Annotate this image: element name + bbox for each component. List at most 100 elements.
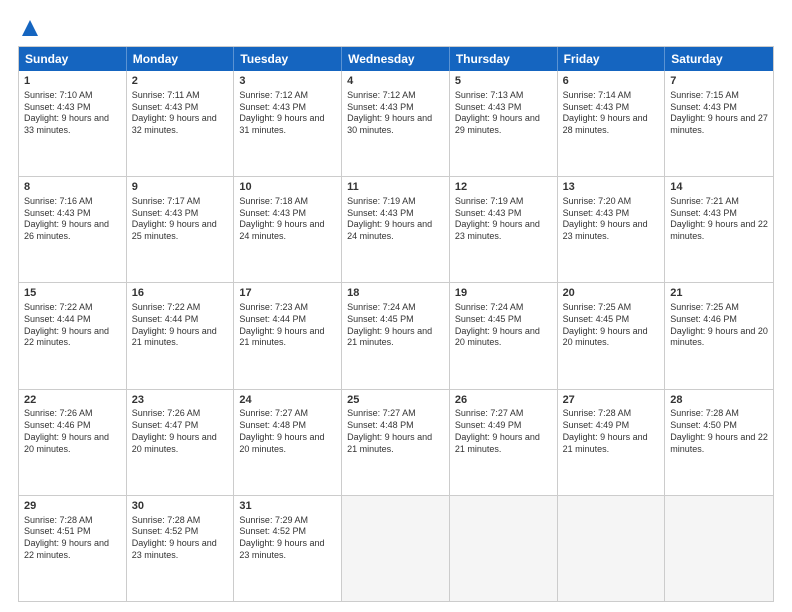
day-number: 30 — [132, 499, 229, 514]
day-number: 10 — [239, 180, 336, 195]
day-number: 26 — [455, 393, 552, 408]
cal-cell — [450, 496, 558, 601]
day-info: Sunrise: 7:25 AM Sunset: 4:46 PM Dayligh… — [670, 302, 768, 349]
cal-cell: 22Sunrise: 7:26 AM Sunset: 4:46 PM Dayli… — [19, 390, 127, 495]
day-number: 2 — [132, 74, 229, 89]
day-number: 20 — [563, 286, 660, 301]
cal-cell: 19Sunrise: 7:24 AM Sunset: 4:45 PM Dayli… — [450, 283, 558, 388]
logo — [18, 18, 40, 38]
day-number: 24 — [239, 393, 336, 408]
day-number: 1 — [24, 74, 121, 89]
cal-cell: 26Sunrise: 7:27 AM Sunset: 4:49 PM Dayli… — [450, 390, 558, 495]
cal-cell: 30Sunrise: 7:28 AM Sunset: 4:52 PM Dayli… — [127, 496, 235, 601]
day-info: Sunrise: 7:24 AM Sunset: 4:45 PM Dayligh… — [347, 302, 444, 349]
cal-cell: 10Sunrise: 7:18 AM Sunset: 4:43 PM Dayli… — [234, 177, 342, 282]
cal-cell — [558, 496, 666, 601]
day-number: 15 — [24, 286, 121, 301]
cal-cell: 29Sunrise: 7:28 AM Sunset: 4:51 PM Dayli… — [19, 496, 127, 601]
day-info: Sunrise: 7:13 AM Sunset: 4:43 PM Dayligh… — [455, 90, 552, 137]
day-info: Sunrise: 7:23 AM Sunset: 4:44 PM Dayligh… — [239, 302, 336, 349]
cal-cell: 14Sunrise: 7:21 AM Sunset: 4:43 PM Dayli… — [665, 177, 773, 282]
day-number: 3 — [239, 74, 336, 89]
day-number: 21 — [670, 286, 768, 301]
day-number: 22 — [24, 393, 121, 408]
day-info: Sunrise: 7:28 AM Sunset: 4:49 PM Dayligh… — [563, 408, 660, 455]
cal-cell: 18Sunrise: 7:24 AM Sunset: 4:45 PM Dayli… — [342, 283, 450, 388]
day-number: 5 — [455, 74, 552, 89]
header — [18, 18, 774, 38]
day-number: 18 — [347, 286, 444, 301]
cal-week-5: 29Sunrise: 7:28 AM Sunset: 4:51 PM Dayli… — [19, 495, 773, 601]
day-info: Sunrise: 7:22 AM Sunset: 4:44 PM Dayligh… — [132, 302, 229, 349]
day-info: Sunrise: 7:16 AM Sunset: 4:43 PM Dayligh… — [24, 196, 121, 243]
day-info: Sunrise: 7:26 AM Sunset: 4:47 PM Dayligh… — [132, 408, 229, 455]
calendar-body: 1Sunrise: 7:10 AM Sunset: 4:43 PM Daylig… — [19, 71, 773, 601]
day-info: Sunrise: 7:11 AM Sunset: 4:43 PM Dayligh… — [132, 90, 229, 137]
day-number: 12 — [455, 180, 552, 195]
calendar-header-row: SundayMondayTuesdayWednesdayThursdayFrid… — [19, 47, 773, 71]
day-info: Sunrise: 7:17 AM Sunset: 4:43 PM Dayligh… — [132, 196, 229, 243]
day-info: Sunrise: 7:18 AM Sunset: 4:43 PM Dayligh… — [239, 196, 336, 243]
day-number: 13 — [563, 180, 660, 195]
cal-cell: 9Sunrise: 7:17 AM Sunset: 4:43 PM Daylig… — [127, 177, 235, 282]
cal-cell: 12Sunrise: 7:19 AM Sunset: 4:43 PM Dayli… — [450, 177, 558, 282]
day-info: Sunrise: 7:29 AM Sunset: 4:52 PM Dayligh… — [239, 515, 336, 562]
cal-header-sunday: Sunday — [19, 47, 127, 71]
calendar: SundayMondayTuesdayWednesdayThursdayFrid… — [18, 46, 774, 602]
cal-cell: 31Sunrise: 7:29 AM Sunset: 4:52 PM Dayli… — [234, 496, 342, 601]
day-number: 27 — [563, 393, 660, 408]
day-info: Sunrise: 7:27 AM Sunset: 4:49 PM Dayligh… — [455, 408, 552, 455]
day-number: 4 — [347, 74, 444, 89]
day-info: Sunrise: 7:12 AM Sunset: 4:43 PM Dayligh… — [347, 90, 444, 137]
cal-week-2: 8Sunrise: 7:16 AM Sunset: 4:43 PM Daylig… — [19, 176, 773, 282]
cal-header-monday: Monday — [127, 47, 235, 71]
day-info: Sunrise: 7:28 AM Sunset: 4:52 PM Dayligh… — [132, 515, 229, 562]
cal-cell — [342, 496, 450, 601]
day-number: 28 — [670, 393, 768, 408]
cal-cell: 28Sunrise: 7:28 AM Sunset: 4:50 PM Dayli… — [665, 390, 773, 495]
cal-cell: 20Sunrise: 7:25 AM Sunset: 4:45 PM Dayli… — [558, 283, 666, 388]
day-info: Sunrise: 7:24 AM Sunset: 4:45 PM Dayligh… — [455, 302, 552, 349]
cal-cell: 25Sunrise: 7:27 AM Sunset: 4:48 PM Dayli… — [342, 390, 450, 495]
cal-week-1: 1Sunrise: 7:10 AM Sunset: 4:43 PM Daylig… — [19, 71, 773, 176]
day-info: Sunrise: 7:28 AM Sunset: 4:50 PM Dayligh… — [670, 408, 768, 455]
day-info: Sunrise: 7:26 AM Sunset: 4:46 PM Dayligh… — [24, 408, 121, 455]
day-number: 19 — [455, 286, 552, 301]
logo-icon — [20, 18, 40, 38]
day-info: Sunrise: 7:27 AM Sunset: 4:48 PM Dayligh… — [347, 408, 444, 455]
cal-cell: 27Sunrise: 7:28 AM Sunset: 4:49 PM Dayli… — [558, 390, 666, 495]
cal-week-4: 22Sunrise: 7:26 AM Sunset: 4:46 PM Dayli… — [19, 389, 773, 495]
day-number: 8 — [24, 180, 121, 195]
cal-header-tuesday: Tuesday — [234, 47, 342, 71]
cal-cell: 8Sunrise: 7:16 AM Sunset: 4:43 PM Daylig… — [19, 177, 127, 282]
day-number: 23 — [132, 393, 229, 408]
day-number: 6 — [563, 74, 660, 89]
cal-header-friday: Friday — [558, 47, 666, 71]
day-info: Sunrise: 7:28 AM Sunset: 4:51 PM Dayligh… — [24, 515, 121, 562]
day-number: 14 — [670, 180, 768, 195]
cal-cell: 17Sunrise: 7:23 AM Sunset: 4:44 PM Dayli… — [234, 283, 342, 388]
day-number: 9 — [132, 180, 229, 195]
cal-cell: 6Sunrise: 7:14 AM Sunset: 4:43 PM Daylig… — [558, 71, 666, 176]
cal-cell: 5Sunrise: 7:13 AM Sunset: 4:43 PM Daylig… — [450, 71, 558, 176]
cal-cell: 4Sunrise: 7:12 AM Sunset: 4:43 PM Daylig… — [342, 71, 450, 176]
cal-cell: 15Sunrise: 7:22 AM Sunset: 4:44 PM Dayli… — [19, 283, 127, 388]
day-info: Sunrise: 7:12 AM Sunset: 4:43 PM Dayligh… — [239, 90, 336, 137]
day-info: Sunrise: 7:20 AM Sunset: 4:43 PM Dayligh… — [563, 196, 660, 243]
cal-cell: 21Sunrise: 7:25 AM Sunset: 4:46 PM Dayli… — [665, 283, 773, 388]
cal-cell: 2Sunrise: 7:11 AM Sunset: 4:43 PM Daylig… — [127, 71, 235, 176]
cal-cell: 3Sunrise: 7:12 AM Sunset: 4:43 PM Daylig… — [234, 71, 342, 176]
day-number: 17 — [239, 286, 336, 301]
day-info: Sunrise: 7:27 AM Sunset: 4:48 PM Dayligh… — [239, 408, 336, 455]
cal-cell — [665, 496, 773, 601]
cal-cell: 1Sunrise: 7:10 AM Sunset: 4:43 PM Daylig… — [19, 71, 127, 176]
day-number: 16 — [132, 286, 229, 301]
cal-cell: 7Sunrise: 7:15 AM Sunset: 4:43 PM Daylig… — [665, 71, 773, 176]
cal-cell: 23Sunrise: 7:26 AM Sunset: 4:47 PM Dayli… — [127, 390, 235, 495]
cal-cell: 13Sunrise: 7:20 AM Sunset: 4:43 PM Dayli… — [558, 177, 666, 282]
cal-header-saturday: Saturday — [665, 47, 773, 71]
day-number: 31 — [239, 499, 336, 514]
cal-cell: 16Sunrise: 7:22 AM Sunset: 4:44 PM Dayli… — [127, 283, 235, 388]
day-number: 11 — [347, 180, 444, 195]
day-info: Sunrise: 7:10 AM Sunset: 4:43 PM Dayligh… — [24, 90, 121, 137]
